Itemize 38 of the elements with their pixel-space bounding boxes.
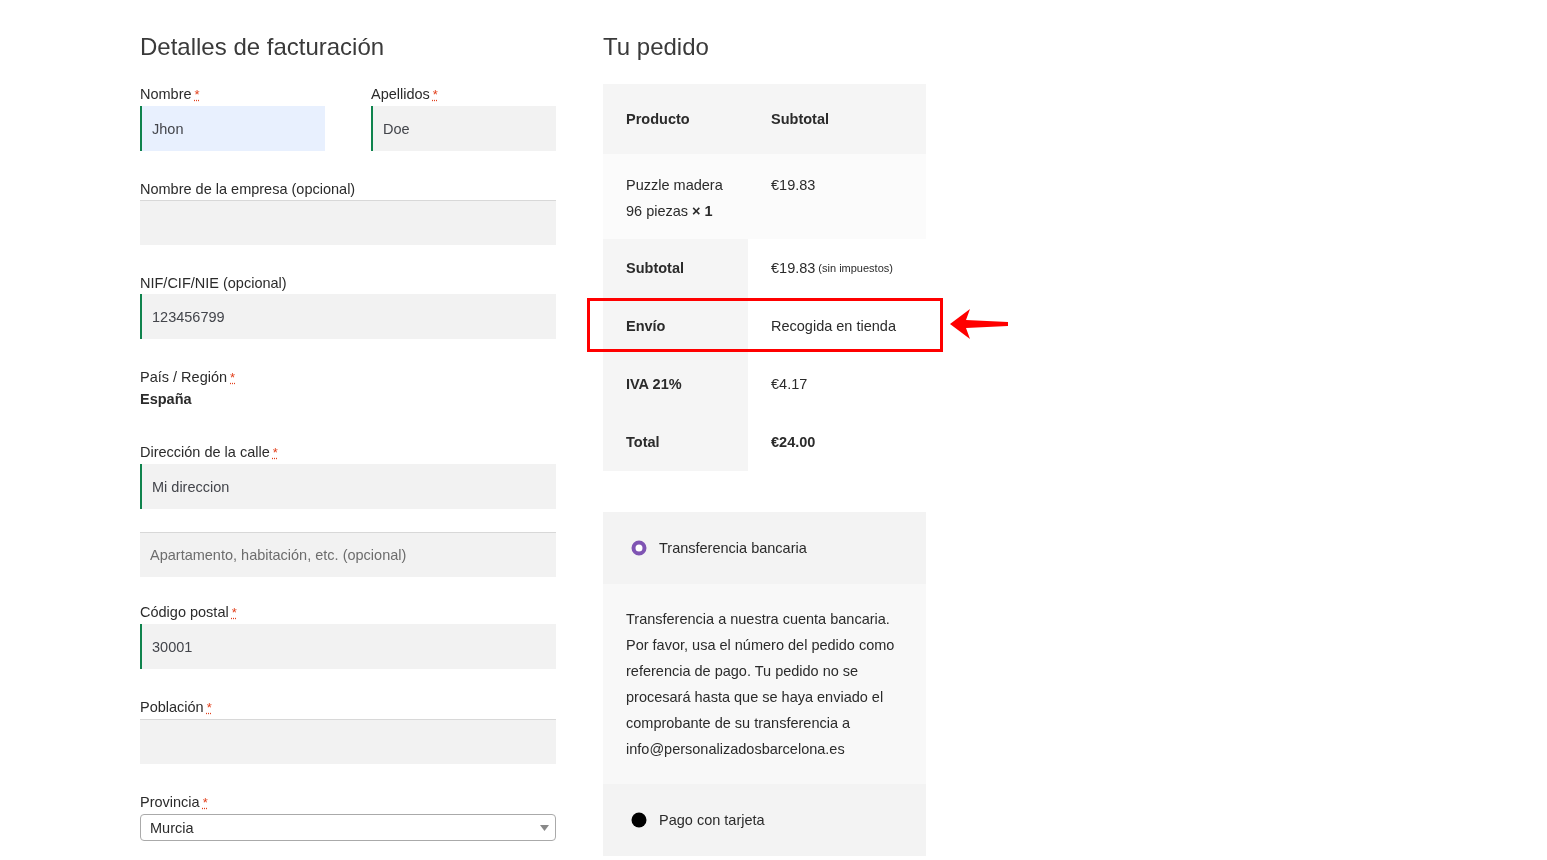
- payment-option[interactable]: Pago con tarjeta: [603, 784, 926, 856]
- total-label: Total: [603, 413, 748, 471]
- payment-label: Pago con tarjeta: [659, 812, 765, 828]
- input-field[interactable]: [140, 200, 556, 245]
- input-field[interactable]: 30001: [140, 624, 556, 669]
- payment-label: Transferencia bancaria: [659, 540, 807, 556]
- price-cell: €19.83: [748, 154, 926, 239]
- input-field[interactable]: Doe: [371, 106, 556, 151]
- radio-selected[interactable]: [631, 540, 647, 556]
- province-select[interactable]: Murcia: [140, 814, 556, 841]
- column-header: Subtotal: [748, 84, 926, 154]
- payment-option[interactable]: Transferencia bancaria: [603, 512, 926, 584]
- input-field[interactable]: Mi direccion: [140, 464, 556, 509]
- field-label: País / Región *: [140, 368, 237, 387]
- total-label: Envío: [603, 297, 748, 355]
- product-cell: Puzzle madera 96 piezas × 1: [603, 154, 748, 239]
- payment-description: Transferencia a nuestra cuenta bancaria. Por favor, usa el número del pedido como referencia de pago. Tu pedido no se procesará hasta que se haya enviado el comprobante de su transferencia a info@personalizadosbarcelona.es: [603, 584, 926, 784]
- total-label: Subtotal: [603, 239, 748, 297]
- caret-icon: [540, 824, 549, 831]
- country-value: España: [140, 390, 193, 409]
- field-label: Población *: [140, 698, 213, 717]
- field-label: Nombre de la empresa (opcional): [140, 180, 357, 199]
- input-field[interactable]: 123456799: [140, 294, 556, 339]
- field-label: NIF/CIF/NIE (opcional): [140, 274, 288, 293]
- field-label: Dirección de la calle *: [140, 443, 279, 462]
- field-label: Nombre *: [140, 85, 201, 104]
- radio-button[interactable]: [631, 812, 647, 828]
- input-field[interactable]: Apartamento, habitación, etc. (opcional): [140, 532, 556, 577]
- field-label: Código postal *: [140, 603, 238, 622]
- input-field[interactable]: [140, 719, 556, 764]
- section-title: Detalles de facturación: [140, 32, 386, 62]
- column-header: Producto: [603, 84, 748, 154]
- field-label: Provincia *: [140, 793, 209, 812]
- total-label: IVA 21%: [603, 355, 748, 413]
- field-label: Apellidos *: [371, 85, 439, 104]
- input-field[interactable]: Jhon: [140, 106, 325, 151]
- section-title: Tu pedido: [603, 32, 710, 62]
- arrow-icon: [950, 307, 1010, 341]
